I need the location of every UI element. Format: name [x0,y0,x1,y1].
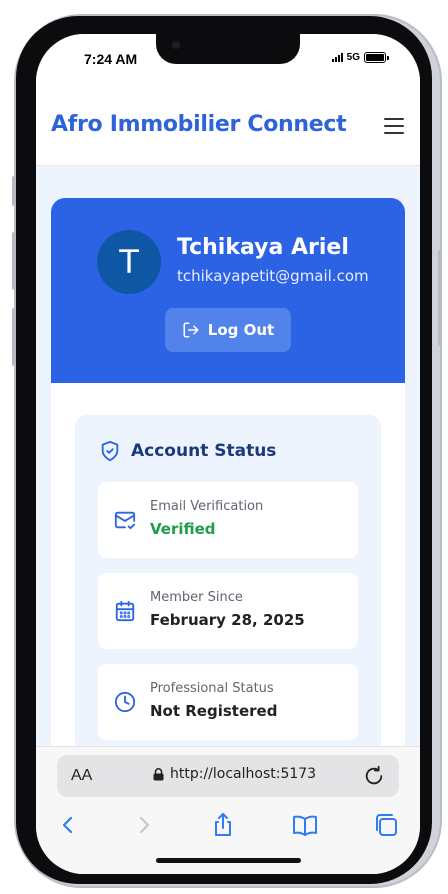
url-text: http://localhost:5173 [170,766,317,782]
phone-screen: 7:24 AM 5G Afro Immobilier Connect T Tch… [36,34,420,874]
hamburger-menu-icon[interactable] [384,118,404,134]
browser-nav-row [36,811,420,847]
status-time: 7:24 AM [84,51,138,67]
mail-check-icon [114,511,136,530]
shield-check-icon [101,440,119,462]
reload-icon[interactable] [363,765,385,787]
signal-icon [331,53,343,62]
logout-icon [183,322,199,338]
bookmarks-icon[interactable] [291,811,319,839]
status-item-value: Not Registered [150,702,278,720]
app-header: Afro Immobilier Connect [36,88,420,166]
status-indicators: 5G [331,52,389,63]
profile-card: T Tchikaya Ariel tchikayapetit@gmail.com… [51,198,405,746]
status-item-value: February 28, 2025 [150,611,305,629]
calendar-icon [115,600,135,622]
profile-header: T Tchikaya Ariel tchikayapetit@gmail.com… [51,198,405,383]
account-status-title: Account Status [131,441,277,461]
logout-button[interactable]: Log Out [165,308,291,352]
user-name: Tchikaya Ariel [177,235,349,260]
back-icon[interactable] [54,811,82,839]
text-size-label: AA [71,767,93,784]
status-item-label: Email Verification [150,499,264,514]
status-item-email: Email Verification Verified [98,482,358,558]
battery-icon [364,52,389,63]
share-icon[interactable] [209,811,237,839]
notch [156,34,300,64]
phone-power-button [438,250,442,346]
address-bar[interactable]: AA http://localhost:5173 [57,755,399,797]
text-size-button[interactable]: AA [71,767,92,785]
avatar: T [97,230,161,294]
account-status-heading: Account Status [99,440,276,462]
url-display[interactable]: http://localhost:5173 [153,766,316,782]
tabs-icon[interactable] [372,811,400,839]
account-status-panel: Account Status Email Verification Verifi… [75,415,381,746]
lock-icon [153,767,164,780]
main-content: T Tchikaya Ariel tchikayapetit@gmail.com… [36,166,420,746]
home-indicator[interactable] [156,858,301,863]
status-item-label: Member Since [150,590,243,605]
logout-label: Log Out [207,321,275,339]
forward-icon[interactable] [130,811,158,839]
user-email: tchikayapetit@gmail.com [177,267,369,285]
clock-icon [114,691,136,713]
status-bar: 7:24 AM 5G [36,34,420,88]
brand-title[interactable]: Afro Immobilier Connect [51,112,347,137]
status-item-label: Professional Status [150,681,274,696]
browser-toolbar: AA http://localhost:5173 [36,746,420,874]
status-item-member-since: Member Since February 28, 2025 [98,573,358,649]
network-label: 5G [346,52,360,63]
status-item-professional: Professional Status Not Registered [98,664,358,740]
front-camera [172,41,180,49]
status-item-value: Verified [150,520,216,538]
